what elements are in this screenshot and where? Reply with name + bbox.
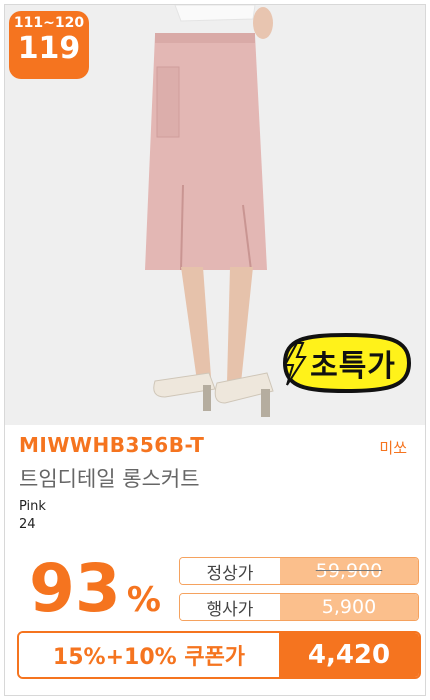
coupon-price-box[interactable]: 15%+10% 쿠폰가 4,420 — [17, 631, 421, 679]
regular-price-value: 59,900 — [280, 558, 418, 584]
product-card[interactable]: 111~120 119 초특가 MIWWHB356B-T 미쏘 트임디테일 롱스… — [4, 4, 426, 696]
discount-rate: 93% — [29, 551, 161, 627]
product-name[interactable]: 트임디테일 롱스커트 — [19, 463, 200, 493]
rank-range: 111~120 — [13, 15, 85, 31]
coupon-price-value: 4,420 — [279, 633, 419, 677]
product-image[interactable]: 111~120 119 초특가 — [5, 5, 425, 425]
event-price-value: 5,900 — [280, 594, 418, 620]
event-price-box: 행사가 5,900 — [179, 593, 419, 621]
brand-name[interactable]: 미쏘 — [379, 437, 407, 458]
rank-number: 119 — [17, 31, 81, 66]
sticker-label: 초특가 — [310, 349, 396, 384]
discount-value: 93 — [29, 550, 121, 627]
regular-price-label: 정상가 — [180, 558, 280, 584]
coupon-price-label: 15%+10% 쿠폰가 — [19, 633, 279, 677]
discount-unit: % — [126, 580, 161, 620]
regular-price-box: 정상가 59,900 — [179, 557, 419, 585]
product-color: Pink — [19, 499, 46, 514]
event-price-label: 행사가 — [180, 594, 280, 620]
special-price-sticker: 초특가 — [275, 331, 417, 395]
product-code[interactable]: MIWWHB356B-T — [19, 433, 204, 457]
rank-badge: 111~120 119 — [9, 11, 89, 79]
product-size: 24 — [19, 517, 36, 532]
